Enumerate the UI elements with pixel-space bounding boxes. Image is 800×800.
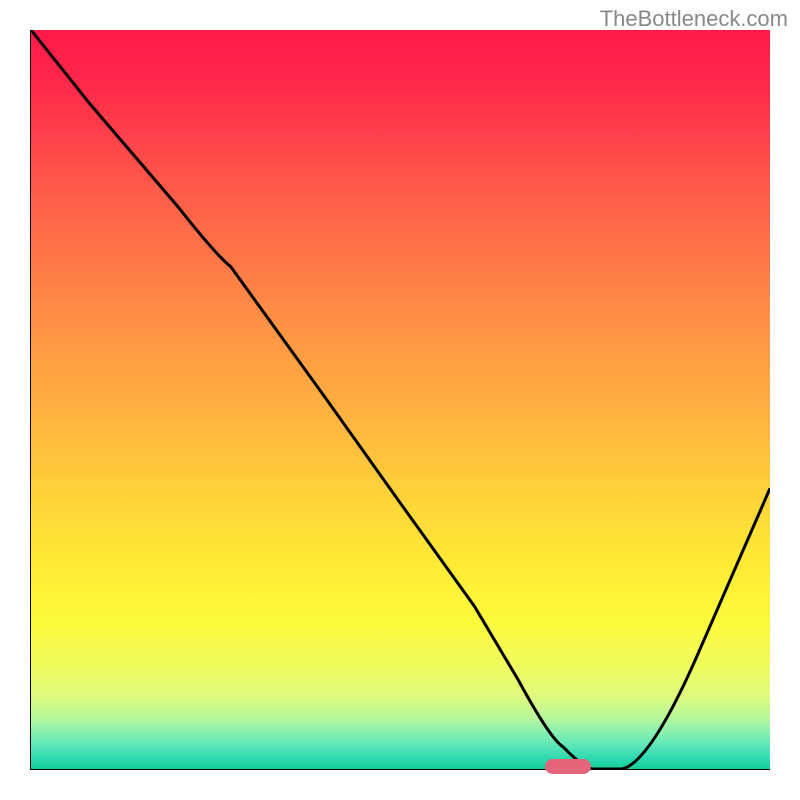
optimal-point-marker (545, 759, 591, 774)
bottleneck-curve (31, 30, 770, 769)
chart-curve-svg (31, 30, 770, 769)
watermark-text: TheBottleneck.com (600, 6, 788, 32)
chart-area (30, 30, 770, 770)
